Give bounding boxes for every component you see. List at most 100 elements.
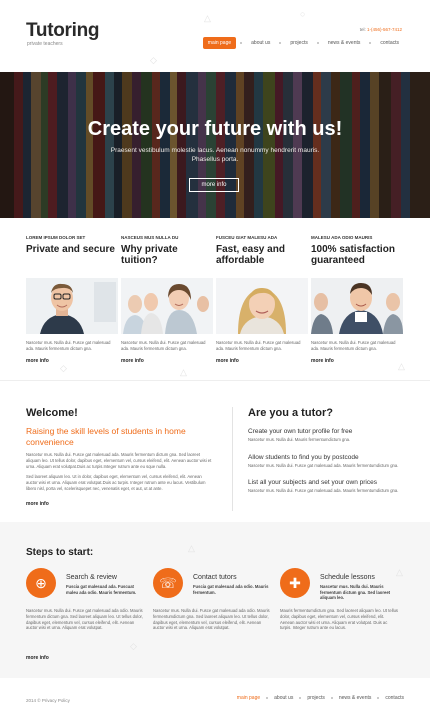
hero-title: Create your future with us! — [87, 118, 343, 140]
feature-more-info-link[interactable]: more info — [311, 358, 403, 364]
step-title[interactable]: Contact tutors — [193, 574, 237, 581]
feature-photo — [121, 278, 213, 334]
triangle-decoration-icon: △ — [180, 367, 187, 377]
triangle-decoration-icon: △ — [396, 567, 403, 577]
feature-description: Nascetur mus. Nulla dui. Fusce gat males… — [121, 340, 206, 351]
feature-kicker: NASCEUS MUS NULLA DU — [121, 235, 179, 240]
welcome-highlight: Raising the skill levels of students in … — [26, 426, 186, 447]
feature-description: Nascetur mus. Nulla dui. Fusce gat males… — [216, 340, 301, 351]
phone-digits[interactable]: 1-(456)-567-7412 — [367, 27, 402, 32]
triangle-decoration-icon: △ — [188, 543, 195, 553]
welcome-section: Welcome! Raising the skill levels of stu… — [0, 380, 430, 522]
step-title[interactable]: Search & review — [66, 574, 117, 581]
hero-banner: Create your future with us! Praesent ves… — [0, 72, 430, 218]
feature-photo — [311, 278, 403, 334]
hero-overlay — [0, 72, 430, 218]
tutor-item-description: Nascetur mus. Nulla dui. Fusce gat males… — [248, 488, 399, 493]
document-plus-icon: ✚ — [280, 568, 310, 598]
features-section: LOREM IPSUM DOLOR SET Private and secure… — [0, 218, 430, 380]
steps-more-info-link[interactable]: more info — [26, 655, 49, 661]
welcome-more-info-link[interactable]: more info — [26, 501, 214, 507]
tutor-item-title[interactable]: List all your subjects and set your own … — [248, 479, 408, 486]
feature-kicker: MALESU ADA ODIO MAURIS — [311, 235, 373, 240]
phone-icon: ☏ — [153, 568, 183, 598]
column-divider — [232, 407, 233, 511]
site-logo[interactable]: Tutoring — [26, 20, 100, 42]
step-summary: Fuscia gat malesuad ada odio. Mauris fer… — [193, 584, 269, 595]
feature-card: NASCEUS MUS NULLA DU Why private tuition… — [121, 235, 213, 364]
feature-title: Fast, easy and affordable — [216, 244, 285, 266]
nav-about-us[interactable]: about us — [246, 37, 275, 49]
group-of-students-image — [121, 278, 213, 334]
footer-nav-news-events[interactable]: news & events — [339, 695, 372, 701]
tutor-item-description: Nascetur mus. Nulla dui. Mauris fermentu… — [248, 437, 351, 442]
tutor-item-description: Nascetur mus. Nulla dui. Fusce gat males… — [248, 462, 399, 468]
nav-main-page[interactable]: main page — [202, 37, 237, 49]
feature-description: Nascetur mus. Nulla dui. Fusce gat males… — [26, 340, 111, 351]
welcome-paragraph: Sed laoreet aliquam leo. Ut in dolor, da… — [26, 474, 206, 491]
welcome-paragraph: Nascetur mus. Nulla dui. Fusce gat males… — [26, 452, 212, 469]
feature-card: LOREM IPSUM DOLOR SET Private and secure… — [26, 235, 118, 364]
smiling-man-glasses-image — [26, 278, 118, 334]
feature-kicker: FUSCEU GIAT MALESU ADA — [216, 235, 278, 240]
hero-subtitle: Praesent vestibulum molestie lacus. Aene… — [110, 147, 320, 163]
nav-separator — [377, 697, 380, 699]
steps-heading: Steps to start: — [26, 547, 94, 558]
nav-separator — [240, 42, 243, 44]
footer-nav-contacts[interactable]: contacts — [385, 695, 404, 701]
phone-prefix: tel: — [359, 27, 366, 32]
site-header: Tutoring private teachers tel: 1-(456)-5… — [0, 0, 430, 72]
feature-more-info-link[interactable]: more info — [121, 358, 213, 364]
feature-kicker: LOREM IPSUM DOLOR SET — [26, 235, 86, 240]
nav-separator — [330, 697, 333, 699]
phone-number: tel: 1-(456)-567-7412 — [360, 27, 402, 32]
copyright-text[interactable]: 2014 © Privacy Policy — [26, 698, 70, 703]
nav-separator — [279, 42, 282, 44]
footer-nav: main page about us projects news & event… — [237, 695, 404, 701]
feature-title: 100% satisfaction guaranteed — [311, 244, 395, 266]
feature-title: Why private tuition? — [121, 244, 178, 266]
triangle-decoration-icon: △ — [204, 13, 211, 23]
footer-nav-projects[interactable]: projects — [307, 695, 325, 701]
circle-decoration-icon: ○ — [300, 9, 306, 19]
feature-more-info-link[interactable]: more info — [216, 358, 308, 364]
feature-photo — [26, 278, 118, 334]
tutor-column: Are you a tutor? Create your own tutor p… — [248, 407, 408, 494]
tutor-item-title[interactable]: Create your own tutor profile for free — [248, 428, 408, 435]
diamond-decoration-icon: ◇ — [60, 363, 67, 373]
nav-news-events[interactable]: news & events — [323, 37, 366, 49]
magnifier-plus-icon: ⊕ — [26, 568, 56, 598]
step-title[interactable]: Schedule lessons — [320, 574, 375, 581]
feature-title: Private and secure — [26, 244, 115, 255]
diamond-decoration-icon: ◇ — [130, 641, 137, 651]
tutor-item-title[interactable]: Allow students to find you by postcode — [248, 454, 408, 461]
main-nav: main page about us projects news & event… — [202, 37, 404, 49]
feature-card: MALESU ADA ODIO MAURIS 100% satisfaction… — [311, 235, 403, 364]
nav-contacts[interactable]: contacts — [375, 37, 404, 49]
tutor-heading: Are you a tutor? — [248, 407, 333, 419]
nav-separator — [369, 42, 372, 44]
footer-nav-about-us[interactable]: about us — [274, 695, 293, 701]
feature-more-info-link[interactable]: more info — [26, 358, 118, 364]
footer-nav-main-page[interactable]: main page — [237, 695, 260, 701]
nav-projects[interactable]: projects — [285, 37, 313, 49]
site-tagline: private teachers — [27, 41, 63, 47]
square-decoration-icon: ◇ — [150, 55, 157, 65]
step-summary: Fuscia gat malesuad ada. Fuscuat maleu a… — [66, 584, 137, 595]
triangle-decoration-icon: △ — [398, 361, 405, 371]
steps-section: Steps to start: ⊕ Search & review Fuscia… — [0, 522, 430, 678]
step-body: Nascetur mus. Nulla dui. Fusce gat males… — [153, 608, 270, 631]
nav-separator — [299, 697, 302, 699]
hero-more-info-button[interactable]: more info — [189, 178, 239, 192]
welcome-column: Welcome! Raising the skill levels of stu… — [26, 407, 214, 507]
step-body: Nascetur mus. Nulla dui. Fusce gat males… — [26, 608, 143, 631]
step-body: Mauris fermentumdictum gna. Sed laoreet … — [280, 608, 399, 631]
smiling-team-image — [311, 278, 403, 334]
welcome-heading: Welcome! — [26, 407, 78, 419]
step-summary: Nascetur mus. Nulla dui. Mauris fermentu… — [320, 584, 391, 600]
feature-description: Nascetur mus. Nulla dui. Fusce gat males… — [311, 340, 396, 351]
site-footer: 2014 © Privacy Policy main page about us… — [0, 678, 430, 728]
feature-photo — [216, 278, 308, 334]
feature-card: FUSCEU GIAT MALESU ADA Fast, easy and af… — [216, 235, 308, 364]
nav-separator — [266, 697, 269, 699]
